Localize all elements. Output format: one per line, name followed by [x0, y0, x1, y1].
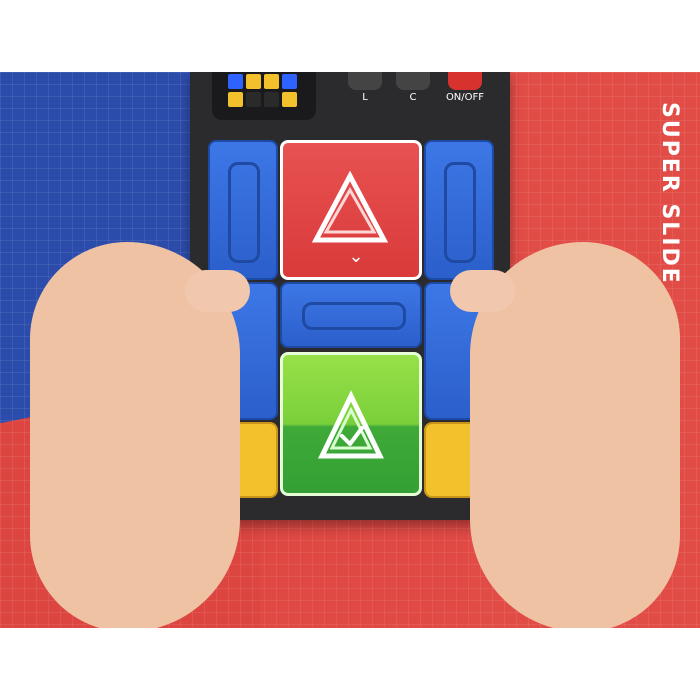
blue-tile-left-top[interactable] [208, 140, 278, 280]
on-off-button[interactable] [448, 72, 482, 90]
led-screen [212, 72, 316, 120]
pixel-yellow [264, 74, 279, 89]
pixel-dark [246, 92, 261, 107]
pixel-yellow [246, 74, 261, 89]
check-triangle-icon [318, 390, 384, 459]
tile-slot [302, 302, 406, 330]
tile-slot [228, 162, 260, 263]
pixel-blue [228, 74, 243, 89]
double-chevron-down-icon: ⌄ [348, 246, 364, 267]
blue-tile-right-top[interactable] [424, 140, 494, 280]
tile-slot [444, 162, 476, 263]
green-tile[interactable] [280, 352, 422, 496]
pixel-dark [264, 92, 279, 107]
blue-horizontal-tile[interactable] [280, 282, 422, 348]
left-thumb [185, 270, 250, 312]
right-thumb [450, 270, 515, 312]
l-button[interactable] [348, 72, 382, 90]
pixel-yellow [282, 92, 297, 107]
c-button[interactable] [396, 72, 430, 90]
on-off-label: ON/OFF [445, 92, 485, 103]
red-target-tile[interactable]: ⌄ [280, 140, 422, 280]
c-label: C [409, 92, 417, 103]
pixel-blue [282, 74, 297, 89]
product-photo: SUPER SLIDE ⌜ L C ON/OFF [0, 72, 700, 628]
pixel-yellow [228, 92, 243, 107]
